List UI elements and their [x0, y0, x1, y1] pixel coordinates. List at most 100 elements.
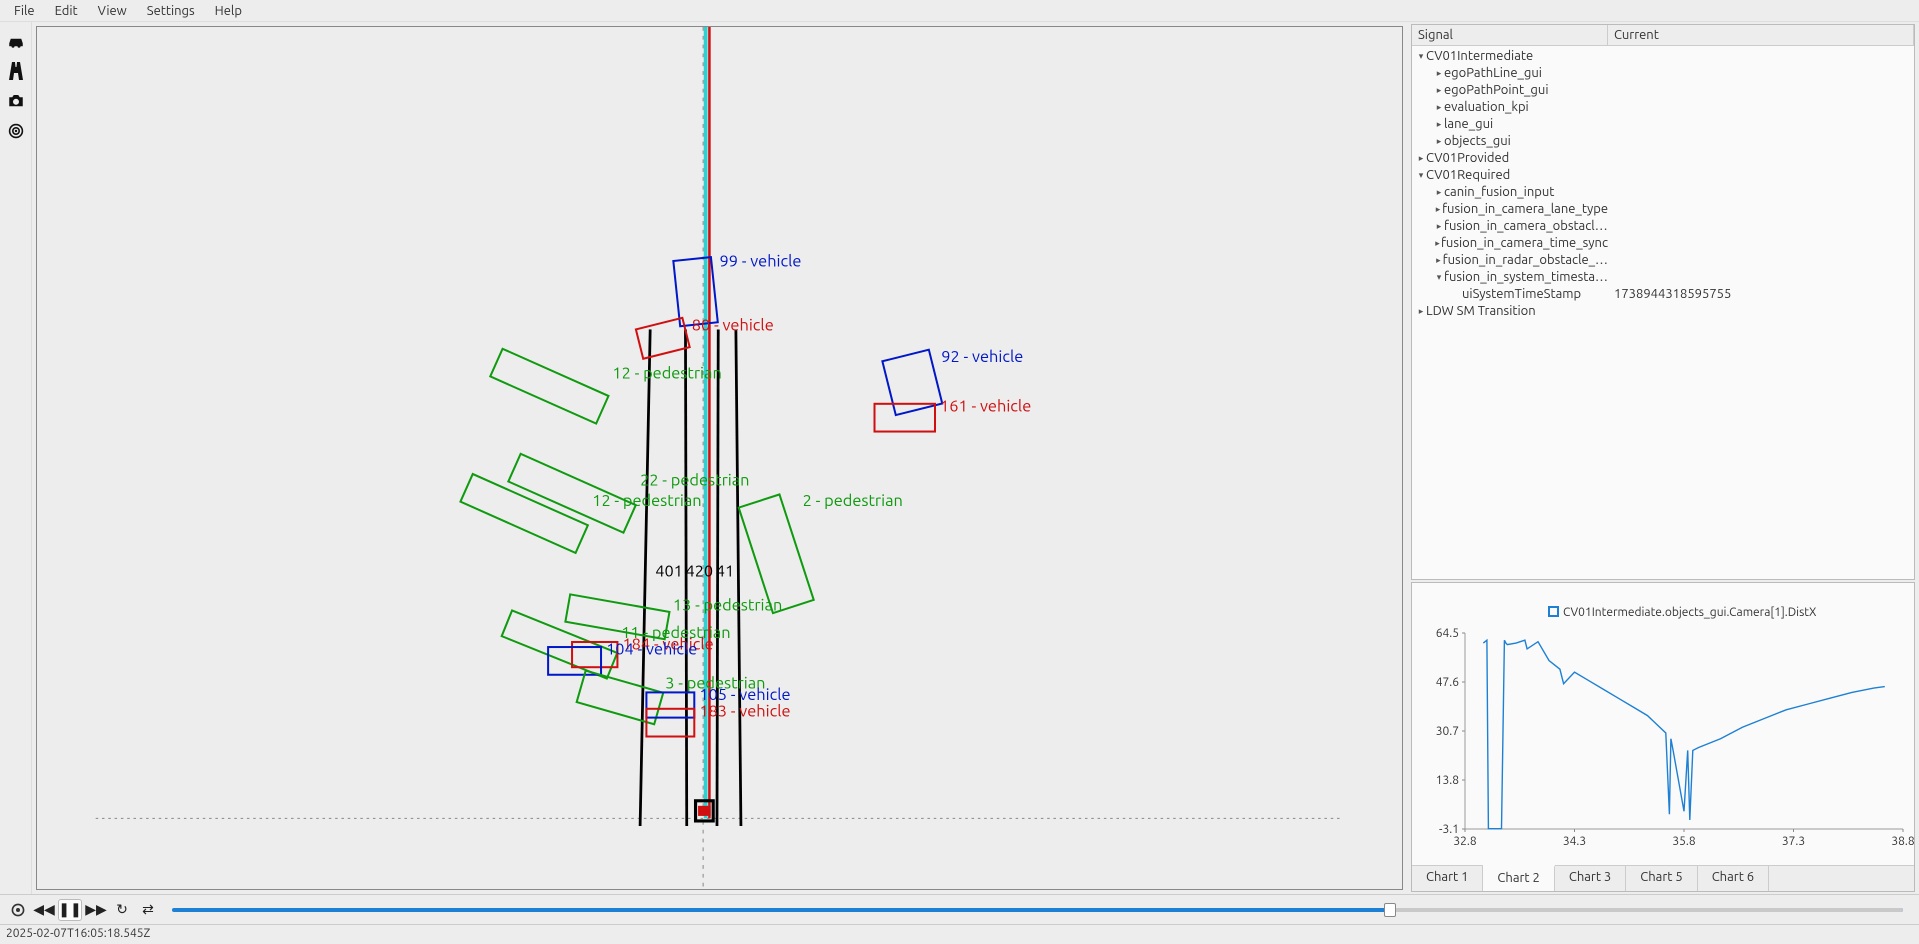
tree-row[interactable]: ▾fusion_in_system_timesta… [1412, 269, 1914, 286]
scene-viewport[interactable]: 4014204199 - vehicle80 - vehicle12 - ped… [36, 26, 1403, 890]
reload-icon[interactable]: ↻ [110, 899, 134, 921]
menu-help[interactable]: Help [205, 2, 252, 20]
scene-object[interactable] [739, 494, 814, 613]
tree-value [1608, 65, 1914, 82]
tab-chart-5[interactable]: Chart 5 [1626, 866, 1697, 891]
tree-value: 1738944318595755 [1608, 286, 1914, 303]
menu-edit[interactable]: Edit [45, 2, 88, 20]
tree-label: CV01Required [1426, 167, 1510, 184]
left-toolbar [0, 22, 32, 894]
tree-row[interactable]: ▸LDW SM Transition [1412, 303, 1914, 320]
tree-row[interactable]: ▸fusion_in_camera_lane_type [1412, 201, 1914, 218]
expand-icon[interactable]: ▸ [1434, 201, 1442, 218]
col-signal[interactable]: Signal [1412, 25, 1608, 45]
menu-file[interactable]: File [4, 2, 45, 20]
scene-object-label: 12 - pedestrian [592, 492, 701, 510]
expand-icon[interactable]: ▸ [1434, 82, 1444, 99]
timeline-thumb[interactable] [1384, 903, 1396, 917]
expand-icon[interactable]: ▸ [1434, 65, 1444, 82]
chart-svg[interactable]: CV01Intermediate.objects_gui.Camera[1].D… [1412, 583, 1914, 865]
tree-label: egoPathPoint_gui [1444, 82, 1549, 99]
menu-view[interactable]: View [88, 2, 137, 20]
tree-value [1608, 184, 1914, 201]
tree-row[interactable]: ▸egoPathPoint_gui [1412, 82, 1914, 99]
tree-value [1608, 235, 1914, 252]
scene-object-label: 13 - pedestrian [673, 596, 782, 614]
chart-series [1483, 640, 1885, 829]
expand-icon[interactable]: ▸ [1434, 218, 1444, 235]
camera-icon[interactable] [3, 88, 29, 114]
tree-row[interactable]: ▸lane_gui [1412, 116, 1914, 133]
tree-row[interactable]: ▸fusion_in_camera_time_sync [1412, 235, 1914, 252]
pause-button[interactable]: ❚❚ [58, 899, 82, 921]
expand-icon[interactable]: ▸ [1434, 99, 1444, 116]
tab-chart-3[interactable]: Chart 3 [1555, 866, 1626, 891]
tree-row[interactable]: ▸egoPathLine_gui [1412, 65, 1914, 82]
tree-value [1608, 133, 1914, 150]
expand-icon[interactable]: ▸ [1434, 133, 1444, 150]
signal-tree[interactable]: Signal Current ▾CV01Intermediate▸egoPath… [1411, 24, 1915, 580]
expand-icon[interactable]: ▾ [1434, 269, 1444, 286]
menu-settings[interactable]: Settings [137, 2, 205, 20]
scene-object[interactable] [548, 647, 601, 675]
tree-row[interactable]: ▸evaluation_kpi [1412, 99, 1914, 116]
scene-object-label: 105 - vehicle [699, 686, 790, 704]
tree-row[interactable]: ▸CV01Provided [1412, 150, 1914, 167]
vehicle-icon[interactable] [3, 28, 29, 54]
svg-text:13.8: 13.8 [1436, 774, 1459, 787]
tree-row[interactable]: ▸fusion_in_camera_obstacl… [1412, 218, 1914, 235]
svg-text:41: 41 [716, 562, 734, 580]
scene-object-label: 2 - pedestrian [803, 492, 903, 510]
col-current[interactable]: Current [1608, 25, 1914, 45]
tab-chart-2[interactable]: Chart 2 [1483, 865, 1554, 891]
tree-value [1608, 252, 1914, 269]
scene-object[interactable] [502, 610, 618, 678]
tree-row[interactable]: ▾CV01Intermediate [1412, 48, 1914, 65]
expand-icon[interactable]: ▾ [1416, 167, 1426, 184]
svg-text:35.8: 35.8 [1672, 835, 1695, 848]
timeline-slider[interactable] [172, 908, 1903, 912]
expand-icon[interactable]: ▸ [1434, 184, 1444, 201]
svg-text:47.6: 47.6 [1436, 676, 1459, 689]
scene-object[interactable] [882, 350, 942, 415]
tree-label: CV01Provided [1426, 150, 1509, 167]
scene-object[interactable] [636, 318, 690, 359]
tree-row[interactable]: ▸canin_fusion_input [1412, 184, 1914, 201]
rewind-icon[interactable]: ◀◀ [32, 899, 56, 921]
scene-object-label: 80 - vehicle [692, 317, 774, 335]
chart-panel: CV01Intermediate.objects_gui.Camera[1].D… [1411, 582, 1915, 892]
expand-icon[interactable]: ▸ [1416, 303, 1426, 320]
tree-row[interactable]: ▸fusion_in_radar_obstacle_… [1412, 252, 1914, 269]
tab-chart-1[interactable]: Chart 1 [1412, 866, 1483, 891]
tab-chart-6[interactable]: Chart 6 [1698, 866, 1769, 891]
scene-object-label: 22 - pedestrian [640, 472, 749, 490]
scene-object[interactable] [460, 474, 587, 553]
settings-gear-icon[interactable] [6, 899, 30, 921]
playback-bar: ◀◀ ❚❚ ▶▶ ↻ ⇄ [0, 894, 1919, 924]
loop-icon[interactable]: ⇄ [136, 899, 160, 921]
road-icon[interactable] [3, 58, 29, 84]
tree-row[interactable]: ▸objects_gui [1412, 133, 1914, 150]
tree-label: fusion_in_camera_obstacl… [1444, 218, 1608, 235]
scene-object[interactable] [490, 349, 608, 424]
chart-body[interactable]: CV01Intermediate.objects_gui.Camera[1].D… [1412, 583, 1914, 865]
expand-icon[interactable]: ▸ [1416, 150, 1426, 167]
forward-icon[interactable]: ▶▶ [84, 899, 108, 921]
svg-text:64.5: 64.5 [1436, 627, 1459, 640]
expand-icon[interactable]: ▸ [1434, 116, 1444, 133]
expand-icon[interactable]: ▾ [1416, 48, 1426, 65]
tree-value [1608, 99, 1914, 116]
scene-object[interactable] [577, 671, 664, 725]
tree-label: objects_gui [1444, 133, 1511, 150]
tree-label: fusion_in_camera_lane_type [1442, 201, 1608, 218]
tree-label: evaluation_kpi [1444, 99, 1529, 116]
target-icon[interactable] [3, 118, 29, 144]
tree-body: ▾CV01Intermediate▸egoPathLine_gui▸egoPat… [1412, 46, 1914, 322]
expand-icon[interactable]: ▸ [1434, 252, 1443, 269]
scene-svg[interactable]: 4014204199 - vehicle80 - vehicle12 - ped… [37, 27, 1402, 889]
tree-header: Signal Current [1412, 25, 1914, 46]
tree-row[interactable]: ▾CV01Required [1412, 167, 1914, 184]
tree-row[interactable]: uiSystemTimeStamp1738944318595755 [1412, 286, 1914, 303]
tree-value [1608, 303, 1914, 320]
expand-icon[interactable]: ▸ [1434, 235, 1441, 252]
